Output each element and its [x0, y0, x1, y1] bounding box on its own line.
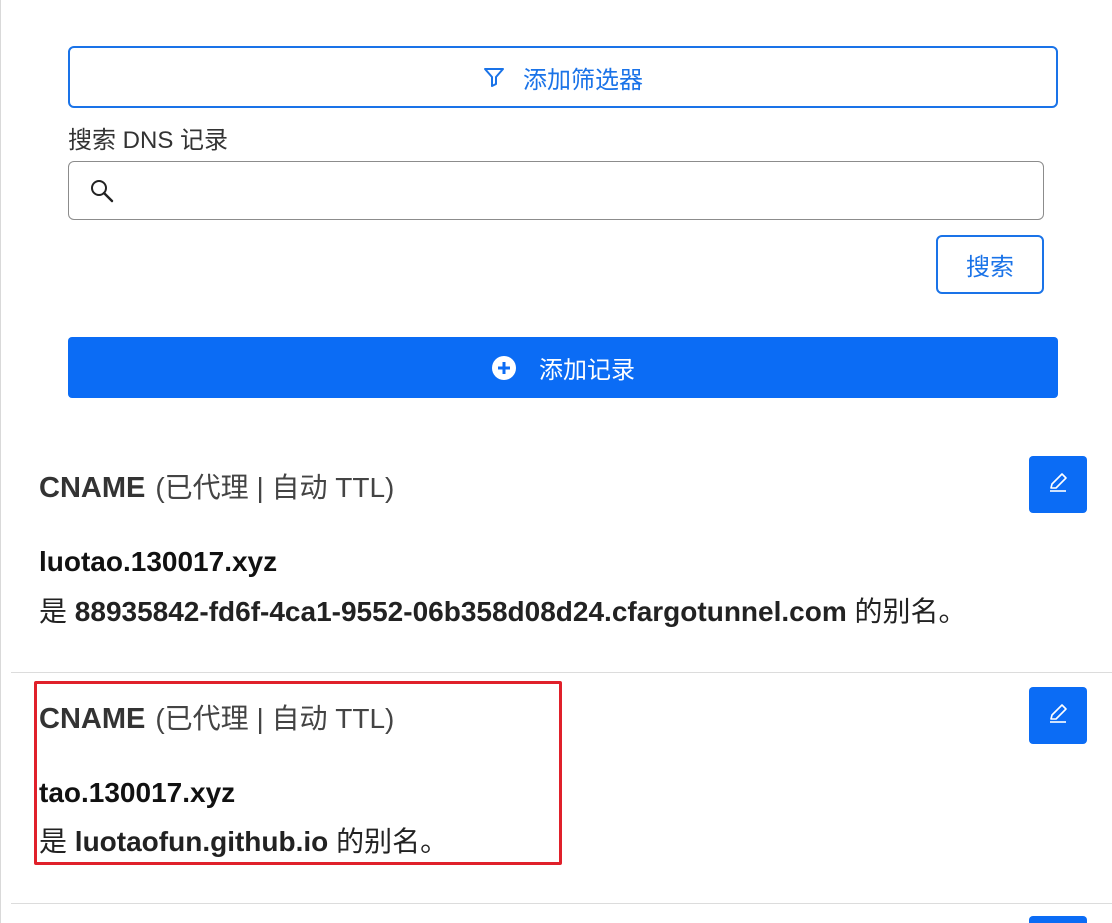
alias-prefix: 是: [39, 596, 68, 627]
dns-records-page: 添加筛选器 搜索 DNS 记录 搜索 添加记录 CNAME (已代理 | 自动 T…: [0, 0, 1112, 923]
record-type-line: CNAME (已代理 | 自动 TTL): [39, 697, 394, 737]
search-field: [68, 161, 1044, 220]
filter-icon: [483, 66, 505, 88]
record-alias: 是 88935842-fd6f-4ca1-9552-06b358d08d24.c…: [39, 590, 967, 630]
pencil-icon: [1045, 469, 1071, 500]
record-alias: 是 luotaofun.github.io 的别名。: [39, 820, 448, 860]
record-meta: (已代理 | 自动 TTL): [155, 472, 395, 503]
record-name: luotao.130017.xyz: [39, 546, 278, 577]
alias-suffix: 的别名。: [854, 596, 967, 627]
edit-record-button[interactable]: [1029, 687, 1087, 744]
alias-suffix: 的别名。: [336, 826, 449, 857]
record-name: tao.130017.xyz: [39, 777, 236, 808]
dns-record-item: CNAME (已代理 | 自动 TTL) luotao.130017.xyz 是 …: [11, 440, 1112, 672]
edit-record-button[interactable]: [1029, 456, 1087, 513]
search-button[interactable]: 搜索: [936, 235, 1044, 294]
add-filter-label: 添加筛选器: [523, 66, 643, 94]
record-type-line: CNAME (已代理 | 自动 TTL): [39, 466, 394, 506]
record-type: CNAME: [39, 703, 146, 735]
dns-record-item: CNAME (已代理 | 自动 TTL) tao.130017.xyz 是 luo…: [11, 673, 1112, 903]
search-icon: [89, 178, 115, 204]
plus-circle-icon: [491, 355, 517, 381]
add-record-button[interactable]: 添加记录: [68, 337, 1058, 398]
record-meta: (已代理 | 自动 TTL): [155, 703, 395, 734]
edit-record-button[interactable]: [1029, 916, 1087, 923]
record-type: CNAME: [39, 472, 146, 504]
pencil-icon: [1045, 700, 1071, 731]
search-label: 搜索 DNS 记录: [68, 127, 229, 154]
record-divider: [11, 903, 1112, 904]
alias-target: luotaofun.github.io: [74, 826, 329, 857]
alias-prefix: 是: [39, 826, 68, 857]
add-filter-button[interactable]: 添加筛选器: [68, 46, 1058, 108]
alias-target: 88935842-fd6f-4ca1-9552-06b358d08d24.cfa…: [74, 596, 847, 627]
search-input[interactable]: [115, 162, 1043, 219]
add-record-label: 添加记录: [539, 357, 635, 384]
